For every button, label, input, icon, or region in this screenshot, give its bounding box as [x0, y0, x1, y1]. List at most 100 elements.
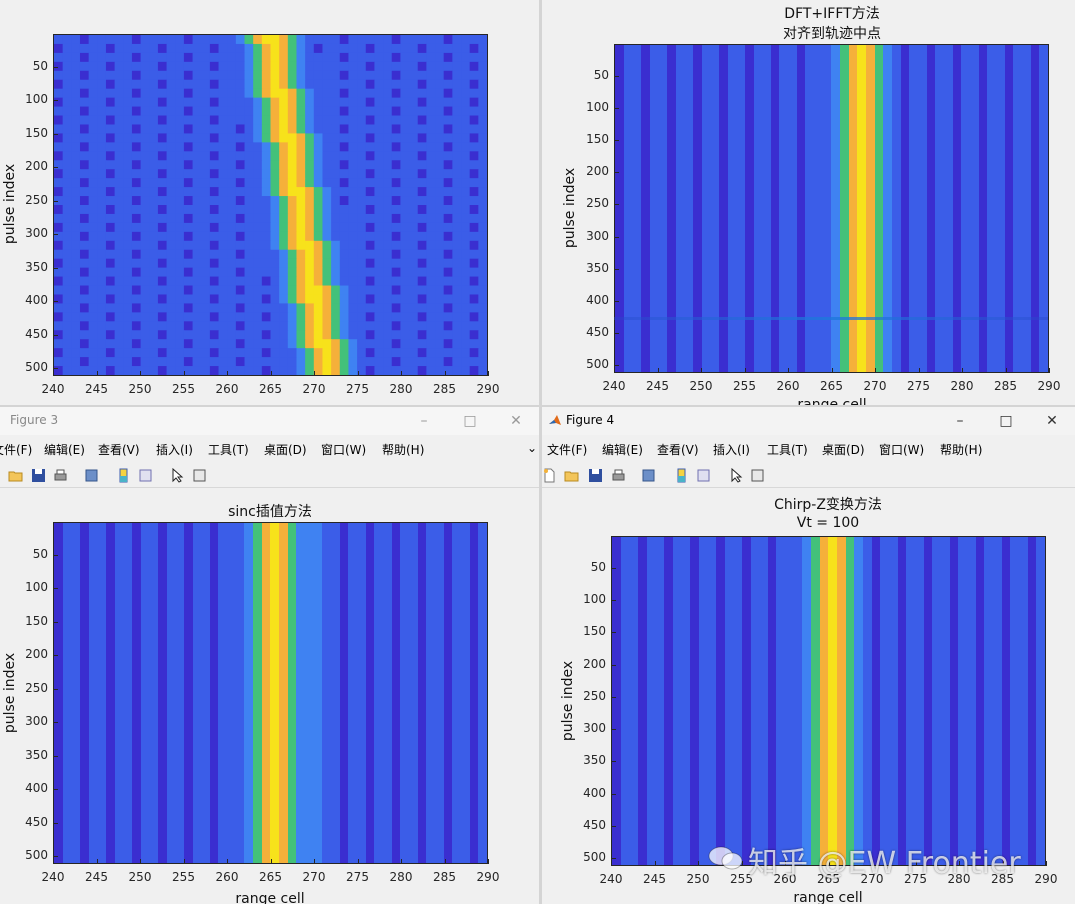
link-plot-icon[interactable]: [641, 468, 656, 483]
heatmap-cell: [383, 366, 393, 375]
maximize-icon[interactable]: □: [447, 407, 493, 435]
heatmap-cell: [71, 366, 81, 375]
heatmap-cell: [409, 258, 419, 269]
heatmap-cell: [114, 187, 124, 197]
heatmap-cell: [71, 43, 81, 54]
heatmap-cell: [97, 339, 107, 349]
heatmap-fig3[interactable]: [53, 522, 488, 864]
heatmap-cell: [105, 151, 116, 161]
menu-item-1[interactable]: 编辑(E): [44, 441, 85, 458]
heatmap-cell: [140, 348, 150, 358]
menu-item-0[interactable]: 文件(F): [0, 441, 32, 458]
open-folder-icon[interactable]: [8, 468, 23, 483]
close-icon[interactable]: ✕: [493, 407, 539, 435]
heatmap-cell: [79, 160, 90, 170]
heatmap-cell: [305, 187, 315, 197]
menu-item-5[interactable]: 桌面(D): [264, 441, 307, 458]
heatmap-cell: [79, 339, 90, 349]
heatmap-cell: [131, 106, 142, 117]
menu-item-7[interactable]: 帮助(H): [940, 441, 982, 458]
heatmap-cell: [391, 79, 401, 90]
heatmap-cell: [417, 106, 427, 117]
link-plot-icon[interactable]: [84, 468, 99, 483]
print-icon[interactable]: [53, 468, 68, 483]
menu-item-4[interactable]: 工具(T): [208, 441, 249, 458]
minimize-icon[interactable]: –: [401, 407, 447, 435]
heatmap-fig1[interactable]: [53, 34, 488, 376]
titlebar-fig4[interactable]: Figure 4 – □ ✕: [542, 407, 1075, 435]
pointer-icon[interactable]: [170, 468, 185, 483]
colorbar-icon[interactable]: [674, 468, 689, 483]
heatmap-cell: [391, 303, 401, 313]
heatmap-column: [79, 523, 89, 863]
menu-item-2[interactable]: 查看(V): [657, 441, 699, 458]
matlab-logo-icon: [549, 415, 561, 425]
save-icon[interactable]: [588, 468, 603, 483]
heatmap-cell: [313, 366, 323, 375]
heatmap-cell: [123, 169, 133, 179]
legend-icon[interactable]: [138, 468, 153, 483]
heatmap-cell: [261, 43, 271, 54]
open-folder-icon[interactable]: [564, 468, 579, 483]
heatmap-cell: [374, 115, 384, 125]
heatmap-cell: [374, 106, 384, 117]
heatmap-cell: [123, 196, 133, 206]
menu-item-4[interactable]: 工具(T): [767, 441, 808, 458]
heatmap-cell: [62, 97, 72, 108]
heatmap-cell: [443, 357, 453, 367]
menu-overflow-icon[interactable]: ⌄: [527, 441, 537, 455]
menu-item-3[interactable]: 插入(I): [713, 441, 750, 458]
menu-item-1[interactable]: 编辑(E): [602, 441, 643, 458]
heatmap-cell: [279, 79, 289, 90]
menu-item-3[interactable]: 插入(I): [156, 441, 193, 458]
menu-item-6[interactable]: 窗口(W): [879, 441, 924, 458]
heatmap-cell: [105, 231, 116, 242]
save-icon[interactable]: [31, 468, 46, 483]
heatmap-cell: [374, 213, 384, 224]
heatmap-cell: [296, 213, 306, 224]
heatmap-cell: [157, 240, 168, 251]
heatmap-cell: [279, 303, 289, 313]
menu-item-0[interactable]: 文件(F): [547, 441, 587, 458]
heatmap-cell: [62, 330, 72, 340]
heatmap-fig2[interactable]: [614, 44, 1049, 373]
property-editor-icon[interactable]: [192, 468, 207, 483]
colorbar-icon[interactable]: [116, 468, 131, 483]
pointer-icon[interactable]: [729, 468, 744, 483]
heatmap-cell: [452, 97, 462, 108]
heatmap-cell: [322, 160, 332, 170]
heatmap-cell: [374, 366, 384, 375]
legend-icon[interactable]: [696, 468, 711, 483]
heatmap-cell: [357, 70, 367, 81]
heatmap-cell: [227, 348, 237, 358]
heatmap-cell: [114, 133, 124, 143]
close-icon[interactable]: ✕: [1029, 407, 1075, 435]
heatmap-cell: [253, 321, 263, 331]
heatmap-cell: [270, 79, 280, 90]
heatmap-cell: [166, 115, 176, 125]
heatmap-cell: [62, 339, 72, 349]
heatmap-cell: [383, 178, 393, 188]
new-file-icon[interactable]: [542, 468, 557, 483]
heatmap-cell: [183, 285, 194, 295]
print-icon[interactable]: [611, 468, 626, 483]
titlebar-fig3[interactable]: Figure 3 – □ ✕: [0, 407, 539, 435]
minimize-icon[interactable]: –: [937, 407, 983, 435]
menu-item-2[interactable]: 查看(V): [98, 441, 140, 458]
heatmap-cell: [400, 303, 410, 313]
heatmap-cell: [331, 35, 341, 45]
heatmap-cell: [201, 357, 211, 367]
heatmap-cell: [365, 169, 375, 179]
maximize-icon[interactable]: □: [983, 407, 1029, 435]
heatmap-cell: [175, 61, 185, 72]
menu-item-7[interactable]: 帮助(H): [382, 441, 424, 458]
y-tick-label: 150: [25, 613, 48, 628]
menu-item-5[interactable]: 桌面(D): [822, 441, 865, 458]
menu-item-6[interactable]: 窗口(W): [321, 441, 366, 458]
property-editor-icon[interactable]: [750, 468, 765, 483]
heatmap-cell: [452, 70, 462, 81]
heatmap-fig4[interactable]: [611, 536, 1046, 866]
heatmap-cell: [79, 142, 90, 152]
heatmap-cell: [331, 115, 341, 125]
heatmap-cell: [157, 196, 168, 206]
